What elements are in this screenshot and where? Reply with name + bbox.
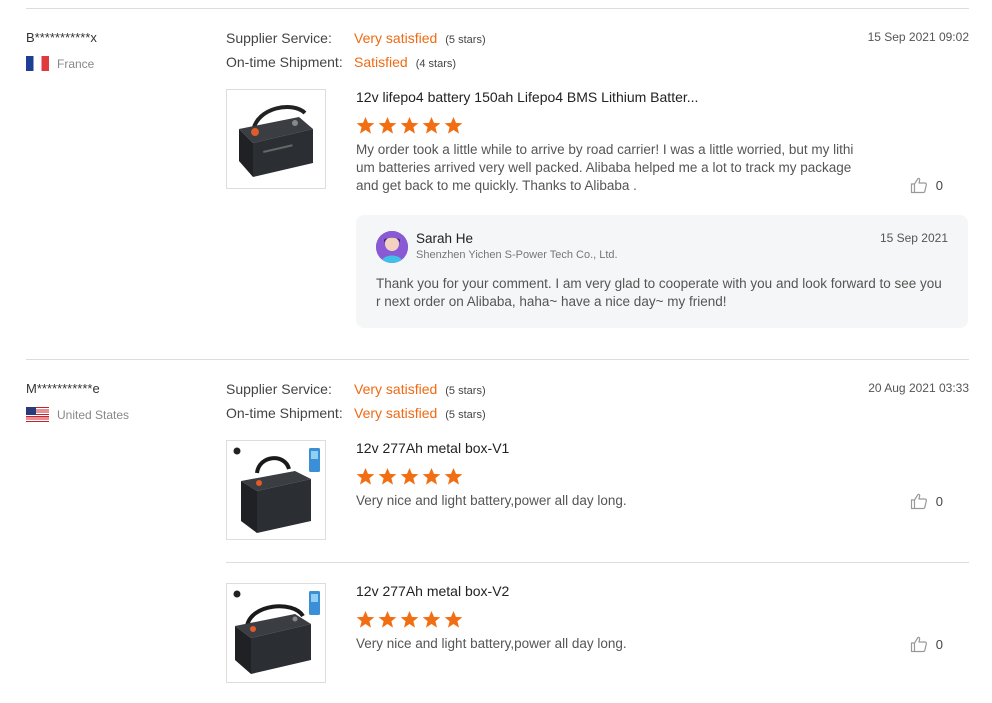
- buyer-country: United States: [26, 407, 129, 422]
- star-rating: [356, 116, 463, 135]
- star-icon: [400, 467, 419, 485]
- shipment-value: Satisfied: [354, 54, 408, 70]
- reply-company: Shenzhen Yichen S-Power Tech Co., Ltd.: [416, 249, 618, 261]
- product-thumbnail[interactable]: [226, 89, 326, 189]
- product-divider: [226, 562, 969, 563]
- star-icon: [356, 610, 375, 628]
- top-divider: [26, 8, 969, 9]
- supplier-service-stars: (5 stars): [445, 34, 486, 46]
- reply-text: Thank you for your comment. I am very gl…: [376, 276, 942, 309]
- review-comment: Very nice and light battery,power all da…: [356, 636, 627, 651]
- supplier-service-label: Supplier Service:: [226, 30, 332, 46]
- review-2: M***********e United States Supplier Ser…: [26, 381, 969, 701]
- star-rating: [356, 610, 463, 629]
- like-count: 0: [935, 636, 943, 652]
- supplier-service-value: Very satisfied: [354, 381, 438, 397]
- product-title[interactable]: 12v 277Ah metal box-V1: [356, 440, 509, 456]
- avatar: [376, 231, 408, 263]
- shipment-label: On-time Shipment:: [226, 405, 343, 421]
- reply-author-name: Sarah He: [416, 231, 474, 246]
- star-icon: [422, 116, 441, 134]
- buyer-name: M***********e: [26, 381, 100, 396]
- shipment-rating: On-time Shipment: Satisfied (4 stars): [226, 54, 456, 70]
- review-1: B***********x France Supplier Service: V…: [26, 30, 969, 330]
- product-title[interactable]: 12v lifepo4 battery 150ah Lifepo4 BMS Li…: [356, 89, 698, 105]
- supplier-service-stars: (5 stars): [445, 385, 486, 397]
- buyer-country: France: [26, 56, 94, 71]
- star-icon: [422, 467, 441, 485]
- star-icon: [444, 116, 463, 134]
- buyer-name: B***********x: [26, 30, 97, 45]
- shipment-stars: (4 stars): [415, 58, 457, 70]
- star-icon: [378, 610, 397, 628]
- review-comment: My order took a little while to arrive b…: [356, 142, 854, 193]
- thumbs-up-icon: [910, 493, 927, 510]
- supplier-service-label: Supplier Service:: [226, 381, 332, 397]
- supplier-reply: Sarah He Shenzhen Yichen S-Power Tech Co…: [356, 215, 968, 328]
- thumbs-up-icon: [910, 177, 927, 194]
- product-thumbnail[interactable]: [226, 440, 326, 540]
- reply-date: 15 Sep 2021: [879, 231, 948, 245]
- france-flag-icon: [26, 56, 49, 71]
- product-review: 12v 277Ah metal box-V1 Very nice and lig…: [226, 440, 969, 542]
- country-label: United States: [57, 407, 130, 422]
- review-date: 15 Sep 2021 09:02: [867, 30, 969, 44]
- review-comment: Very nice and light battery,power all da…: [356, 493, 627, 508]
- product-review: 12v 277Ah metal box-V2 Very nice and lig…: [226, 583, 969, 685]
- reviews-page: B***********x France Supplier Service: V…: [0, 0, 992, 703]
- star-icon: [356, 467, 375, 485]
- battery-image: [233, 590, 320, 674]
- like-button[interactable]: 0: [910, 176, 943, 194]
- star-icon: [444, 467, 463, 485]
- star-icon: [400, 116, 419, 134]
- like-button[interactable]: 0: [910, 635, 943, 653]
- shipment-rating: On-time Shipment: Very satisfied (5 star…: [226, 405, 486, 421]
- like-count: 0: [935, 493, 943, 509]
- battery-image: [239, 105, 313, 177]
- star-rating: [356, 467, 463, 486]
- review-date: 20 Aug 2021 03:33: [868, 381, 969, 395]
- star-icon: [400, 610, 419, 628]
- battery-image: [233, 447, 320, 533]
- united-states-flag-icon: [26, 407, 49, 422]
- product-thumbnail[interactable]: [226, 583, 326, 683]
- product-title[interactable]: 12v 277Ah metal box-V2: [356, 583, 509, 599]
- star-icon: [444, 610, 463, 628]
- product-review: 12v lifepo4 battery 150ah Lifepo4 BMS Li…: [226, 89, 969, 199]
- review-divider: [26, 359, 969, 360]
- supplier-service-value: Very satisfied: [354, 30, 438, 46]
- supplier-service-rating: Supplier Service: Very satisfied (5 star…: [226, 381, 486, 397]
- supplier-service-rating: Supplier Service: Very satisfied (5 star…: [226, 30, 486, 46]
- thumbs-up-icon: [910, 636, 927, 653]
- shipment-label: On-time Shipment:: [226, 54, 343, 70]
- shipment-stars: (5 stars): [445, 409, 486, 421]
- country-label: France: [57, 56, 95, 71]
- star-icon: [378, 116, 397, 134]
- like-count: 0: [935, 177, 943, 193]
- like-button[interactable]: 0: [910, 492, 943, 510]
- star-icon: [422, 610, 441, 628]
- star-icon: [378, 467, 397, 485]
- shipment-value: Very satisfied: [354, 405, 438, 421]
- star-icon: [356, 116, 375, 134]
